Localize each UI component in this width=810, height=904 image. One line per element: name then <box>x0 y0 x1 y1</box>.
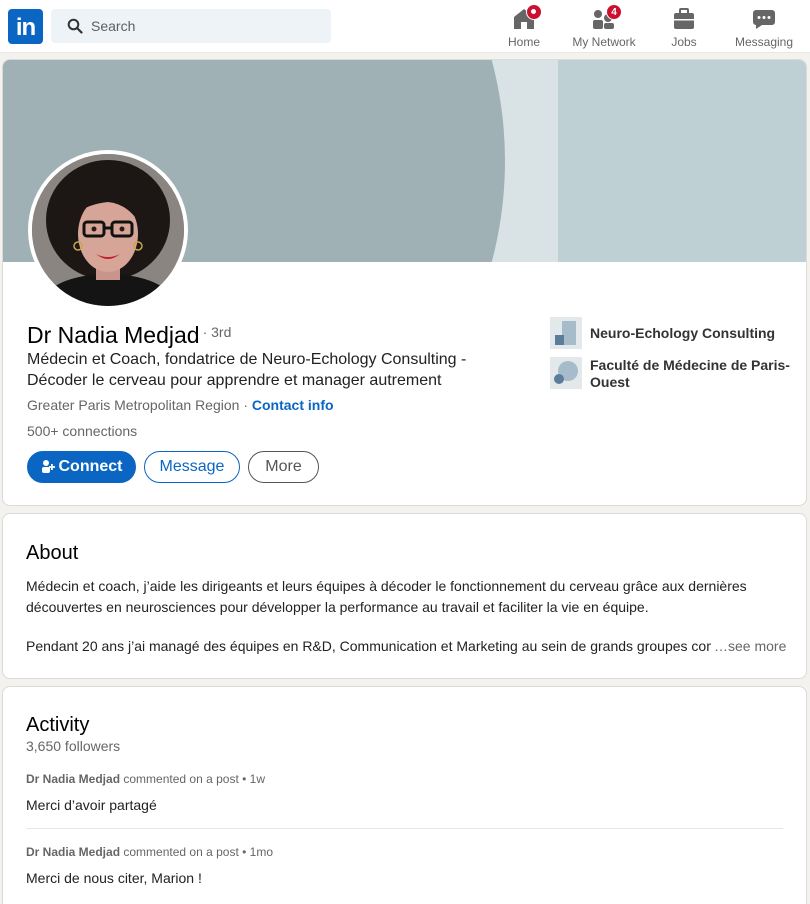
notification-dot <box>526 4 542 20</box>
company-logo-icon <box>550 317 582 349</box>
message-button[interactable]: Message <box>144 451 240 483</box>
global-nav: in Home 4 My Network <box>0 0 810 53</box>
activity-card: Activity 3,650 followers Dr Nadia Medjad… <box>2 686 807 904</box>
location-row: Greater Paris Metropolitan Region · Cont… <box>27 397 334 413</box>
post-author[interactable]: Dr Nadia Medjad <box>26 772 120 786</box>
org-current-company[interactable]: Neuro-Echology Consulting <box>550 317 790 349</box>
company-name: Neuro-Echology Consulting <box>590 325 776 341</box>
post-text: Merci de nous citer, Marion ! <box>26 870 202 886</box>
network-icon: 4 <box>592 4 622 31</box>
nav-label-messaging: Messaging <box>734 35 794 49</box>
connect-label: Connect <box>58 458 123 475</box>
profile-photo[interactable] <box>28 150 188 310</box>
followers-count: 3,650 followers <box>26 738 121 754</box>
connection-degree: · 3rd <box>202 324 232 340</box>
connect-button[interactable]: Connect <box>27 451 136 483</box>
nav-label-my-network: My Network <box>572 35 636 49</box>
messaging-icon <box>752 7 776 31</box>
network-badge: 4 <box>606 4 622 20</box>
about-paragraph-2: Pendant 20 ans j’ai managé des équipes e… <box>26 638 711 654</box>
post-meta: Dr Nadia Medjad commented on a post • 1m… <box>26 844 783 860</box>
connections-count: 500+ connections <box>27 423 138 439</box>
post-text: Merci d’avoir partagé <box>26 797 157 813</box>
nav-label-home: Home <box>507 35 540 49</box>
see-more-link[interactable]: …see more <box>714 636 786 657</box>
profile-name: Dr Nadia Medjad <box>27 322 200 348</box>
add-person-icon <box>41 460 55 473</box>
about-paragraph-1: Médecin et coach, j’aide les dirigeants … <box>26 578 747 615</box>
post-meta: Dr Nadia Medjad commented on a post • 1w <box>26 771 783 787</box>
contact-info-link[interactable]: Contact info <box>252 397 334 413</box>
about-title: About <box>26 542 79 564</box>
nav-label-jobs: Jobs <box>671 35 697 49</box>
profile-name-row: Dr Nadia Medjad · 3rd <box>27 322 231 349</box>
post-action: commented on a post <box>123 845 239 859</box>
school-name: Faculté de Médecine de Paris-Ouest <box>590 357 790 390</box>
search-input[interactable] <box>91 9 321 43</box>
post-divider <box>26 828 783 829</box>
nav-item-messaging[interactable]: Messaging <box>732 4 796 50</box>
nav-item-home[interactable]: Home <box>504 4 544 50</box>
activity-post[interactable]: Dr Nadia Medjad commented on a post • 1m… <box>26 844 783 886</box>
post-action: commented on a post <box>123 772 239 786</box>
post-author[interactable]: Dr Nadia Medjad <box>26 845 120 859</box>
activity-title: Activity <box>26 714 90 736</box>
profile-card: Dr Nadia Medjad · 3rd Médecin et Coach, f… <box>2 59 807 506</box>
org-education[interactable]: Faculté de Médecine de Paris-Ouest <box>550 357 790 391</box>
home-icon <box>512 4 542 31</box>
about-card: About Médecin et coach, j’aide les dirig… <box>2 513 807 679</box>
search-bar[interactable] <box>51 9 331 43</box>
profile-headline: Médecin et Coach, fondatrice de Neuro-Ec… <box>27 351 467 389</box>
search-icon <box>67 18 83 34</box>
location-separator: · <box>243 397 248 413</box>
nav-item-my-network[interactable]: 4 My Network <box>569 4 639 50</box>
linkedin-logo[interactable]: in <box>8 9 43 44</box>
post-time: • 1w <box>242 772 265 786</box>
school-logo-icon <box>550 357 582 389</box>
nav-item-jobs[interactable]: Jobs <box>664 4 704 50</box>
more-button[interactable]: More <box>248 451 319 483</box>
post-time: • 1mo <box>242 845 274 859</box>
profile-location: Greater Paris Metropolitan Region <box>27 397 240 413</box>
briefcase-icon <box>672 7 696 31</box>
activity-post[interactable]: Dr Nadia Medjad commented on a post • 1w… <box>26 771 783 813</box>
